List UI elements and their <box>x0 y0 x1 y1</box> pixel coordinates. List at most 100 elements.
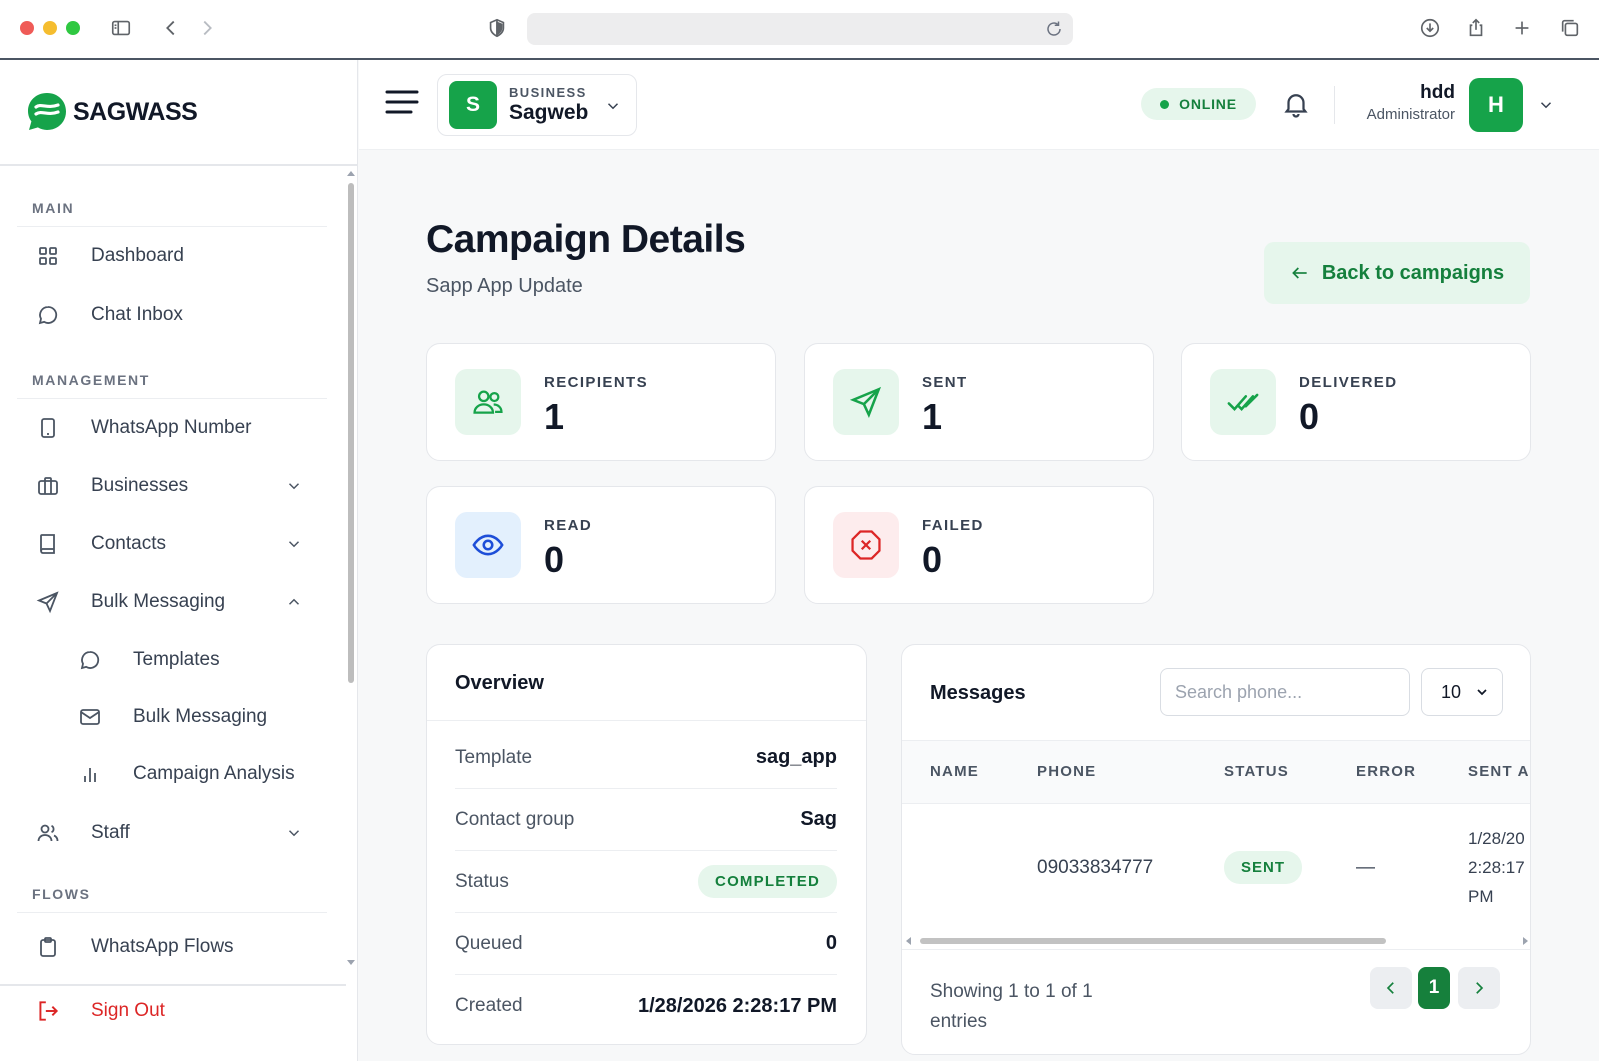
search-phone-input[interactable] <box>1160 668 1410 716</box>
sidebar-item-whatsapp-number[interactable]: WhatsApp Number <box>17 404 327 452</box>
stat-label: DELIVERED <box>1299 374 1398 391</box>
sidebar-item-label: Campaign Analysis <box>133 763 295 784</box>
sidebar-item-label: Templates <box>133 649 220 670</box>
overview-row-queued: Queued 0 <box>455 913 837 975</box>
table-horizontal-scrollbar[interactable] <box>906 936 1528 946</box>
section-label-management: MANAGEMENT <box>32 372 150 388</box>
section-label-main: MAIN <box>32 200 75 216</box>
stat-card-read: READ 0 <box>426 486 776 604</box>
sent-at-meridiem: PM <box>1468 887 1494 906</box>
sidebar-toggle-icon[interactable] <box>107 14 135 42</box>
page-button-current[interactable]: 1 <box>1418 967 1450 1009</box>
tab-overview-icon[interactable] <box>1556 14 1584 42</box>
next-page-button[interactable] <box>1458 967 1500 1009</box>
brand[interactable]: SAGWASS <box>0 60 357 166</box>
page-size-select[interactable]: 10 <box>1421 668 1503 716</box>
divider <box>17 912 327 913</box>
stat-value: 0 <box>922 539 943 580</box>
stat-label: READ <box>544 517 593 534</box>
chevron-left-icon <box>1386 982 1394 994</box>
browser-toolbar <box>0 0 1599 60</box>
column-header-status[interactable]: STATUS <box>1224 763 1289 780</box>
sidebar-item-businesses[interactable]: Businesses <box>17 462 327 510</box>
overview-row-contact-group: Contact group Sag <box>455 789 837 851</box>
sidebar-item-campaign-analysis[interactable]: Campaign Analysis <box>17 750 327 798</box>
chevron-up-icon <box>288 598 300 605</box>
chevron-down-icon <box>288 830 300 837</box>
divider <box>902 949 1530 950</box>
stat-card-recipients: RECIPIENTS 1 <box>426 343 776 461</box>
card-title: Messages <box>930 682 1026 704</box>
sidebar-item-templates[interactable]: Templates <box>17 636 327 684</box>
page-subtitle: Sapp App Update <box>426 275 583 297</box>
scrollbar-thumb[interactable] <box>348 183 354 683</box>
scrollbar-thumb[interactable] <box>920 938 1386 944</box>
divider <box>0 984 346 986</box>
status-badge: COMPLETED <box>698 865 837 898</box>
stat-card-sent: SENT 1 <box>804 343 1154 461</box>
column-header-error[interactable]: ERROR <box>1356 763 1416 780</box>
column-header-name[interactable]: NAME <box>930 763 979 780</box>
overview-value: Sag <box>800 808 837 830</box>
stat-label: FAILED <box>922 517 984 534</box>
users-icon <box>455 369 521 435</box>
back-arrow-icon[interactable] <box>157 14 185 42</box>
column-header-phone[interactable]: PHONE <box>1037 763 1096 780</box>
bell-icon[interactable] <box>1281 88 1311 120</box>
business-name: Sagweb <box>509 101 589 124</box>
table-header: NAME PHONE STATUS ERROR SENT A <box>902 740 1530 804</box>
sign-out-button[interactable]: Sign Out <box>17 987 327 1035</box>
overview-key: Created <box>455 995 523 1016</box>
user-info[interactable]: hdd Administrator <box>1339 82 1455 123</box>
sidebar-item-whatsapp-flows[interactable]: WhatsApp Flows <box>17 923 327 971</box>
chevron-right-icon <box>1476 982 1484 994</box>
card-title: Overview <box>455 672 544 694</box>
reload-icon[interactable] <box>1045 20 1063 38</box>
divider <box>1334 86 1335 124</box>
cell-phone: 09033834777 <box>1037 857 1154 878</box>
avatar[interactable]: H <box>1469 78 1523 132</box>
page-title: Campaign Details <box>426 218 746 261</box>
chevron-down-icon <box>607 103 619 110</box>
overview-key: Status <box>455 870 509 892</box>
menu-icon[interactable] <box>385 88 419 116</box>
chevron-down-icon <box>1477 689 1487 696</box>
table-row[interactable]: 09033834777 SENT — 1/28/20 2:28:17 PM <box>902 804 1530 932</box>
scroll-right-arrow[interactable] <box>1523 937 1528 945</box>
privacy-shield-icon[interactable] <box>483 14 511 42</box>
scroll-left-arrow[interactable] <box>906 937 911 945</box>
business-avatar: S <box>449 81 497 129</box>
chevron-down-icon[interactable] <box>1537 96 1555 114</box>
sent-at-date: 1/28/20 <box>1468 829 1525 848</box>
sidebar-scrollbar[interactable] <box>346 168 356 968</box>
share-icon[interactable] <box>1462 14 1490 42</box>
sidebar-item-bulk-messaging-sub[interactable]: Bulk Messaging <box>17 693 327 741</box>
scroll-up-arrow[interactable] <box>347 171 355 176</box>
downloads-icon[interactable] <box>1416 14 1444 42</box>
zoom-window-button[interactable] <box>66 21 80 35</box>
close-window-button[interactable] <box>20 21 34 35</box>
sidebar-item-staff[interactable]: Staff <box>17 809 327 857</box>
cell-error: — <box>1356 857 1375 878</box>
back-to-campaigns-button[interactable]: Back to campaigns <box>1264 242 1530 304</box>
sidebar-item-contacts[interactable]: Contacts <box>17 520 327 568</box>
new-tab-icon[interactable] <box>1508 14 1536 42</box>
address-bar[interactable] <box>527 13 1073 45</box>
business-switcher[interactable]: S BUSINESS Sagweb <box>437 74 637 136</box>
previous-page-button[interactable] <box>1370 967 1412 1009</box>
stat-card-delivered: DELIVERED 0 <box>1181 343 1531 461</box>
status-badge: SENT <box>1224 851 1303 884</box>
scroll-down-arrow[interactable] <box>347 960 355 965</box>
sidebar-item-dashboard[interactable]: Dashboard <box>17 232 327 280</box>
forward-arrow-icon[interactable] <box>193 14 221 42</box>
sidebar-item-label: WhatsApp Number <box>91 417 252 438</box>
briefcase-icon <box>35 473 61 499</box>
overview-key: Contact group <box>455 808 575 830</box>
paper-plane-icon <box>833 369 899 435</box>
chat-bubble-icon <box>35 302 61 328</box>
sidebar-item-chat-inbox[interactable]: Chat Inbox <box>17 291 327 339</box>
sidebar-item-bulk-messaging[interactable]: Bulk Messaging <box>17 578 327 626</box>
pagination-summary: Showing 1 to 1 of 1 entries <box>930 981 1093 1032</box>
minimize-window-button[interactable] <box>43 21 57 35</box>
column-header-sent-at[interactable]: SENT A <box>1468 763 1530 780</box>
